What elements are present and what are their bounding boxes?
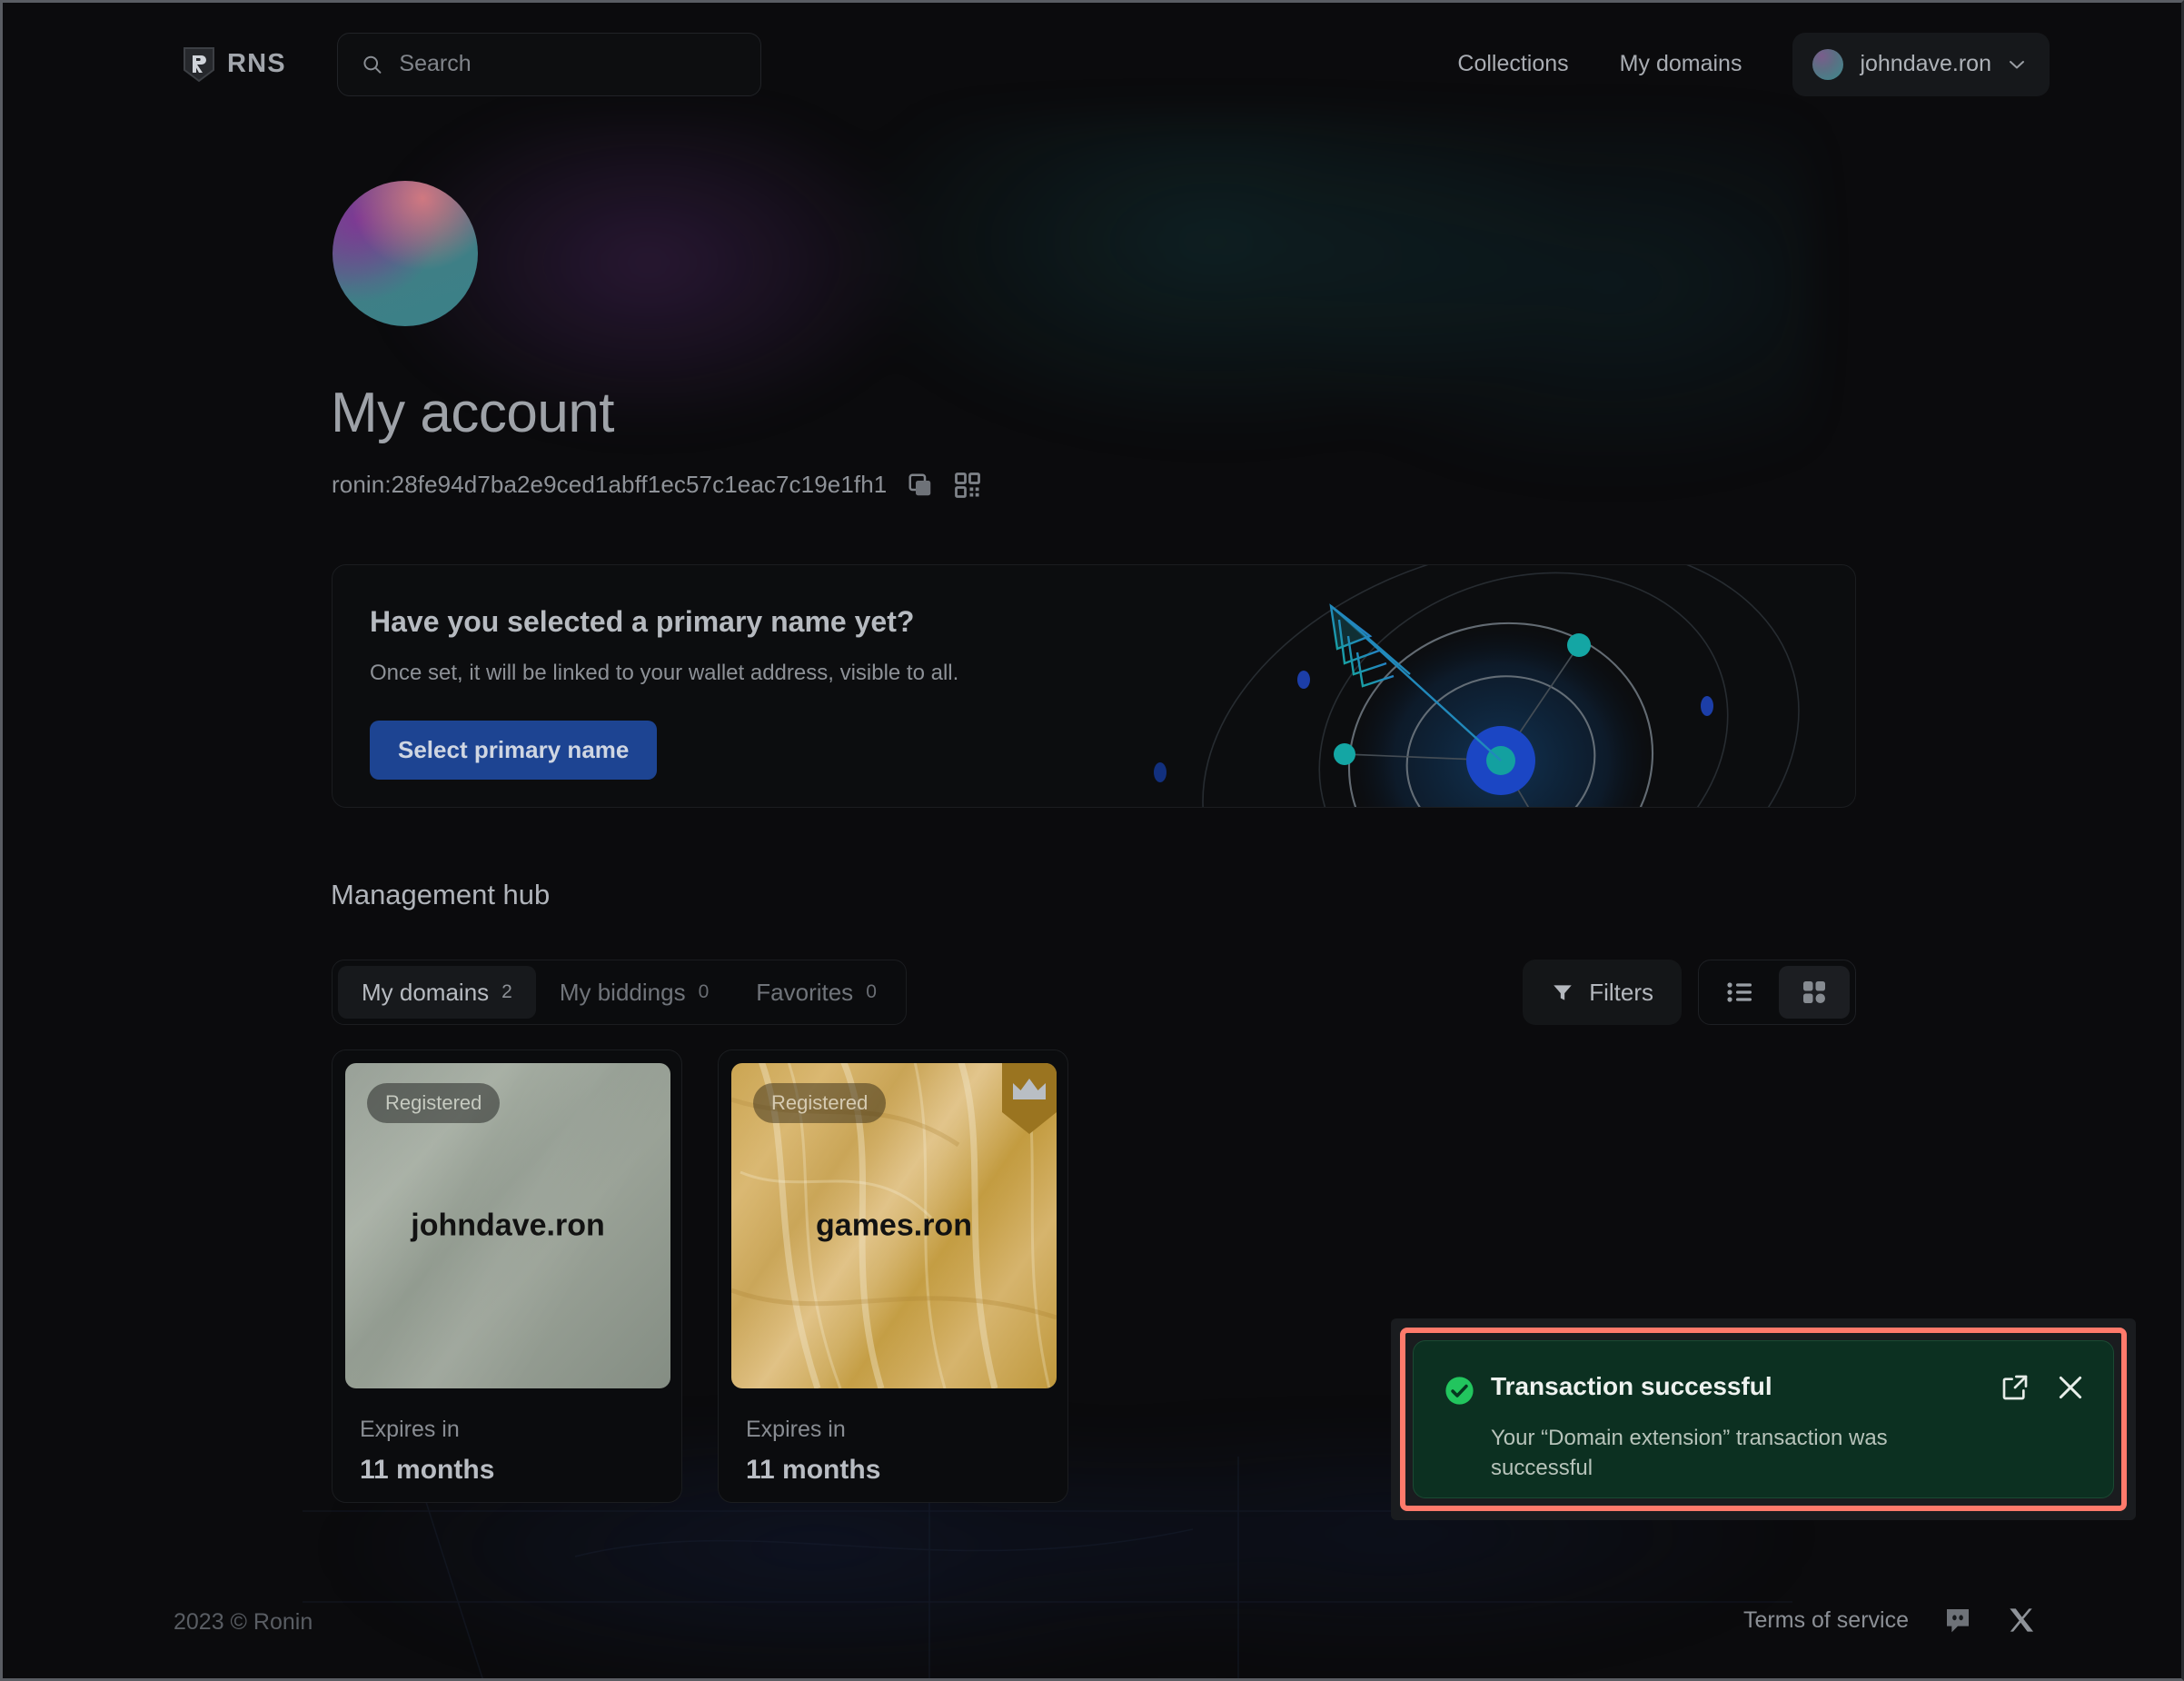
top-navigation-bar: RNS Collections My domains johndave.ron (3, 3, 2181, 125)
check-circle-icon (1445, 1377, 1474, 1405)
expires-label: Expires in (746, 1417, 846, 1442)
discord-icon[interactable] (1943, 1606, 1972, 1635)
list-view-button[interactable] (1704, 966, 1775, 1019)
select-primary-name-button[interactable]: Select primary name (370, 721, 658, 780)
domain-card-art: Registered games.ron (731, 1063, 1057, 1388)
rns-logo-text: RNS (227, 49, 286, 78)
filter-funnel-icon (1554, 985, 1572, 1000)
view-mode-toggle (1698, 960, 1856, 1025)
page-title: My account (331, 382, 615, 444)
terms-of-service-link[interactable]: Terms of service (1743, 1607, 1909, 1634)
close-icon[interactable] (2055, 1372, 2086, 1403)
account-avatar (333, 181, 478, 326)
rns-shield-logo-icon (184, 46, 214, 82)
domain-card-art: Registered johndave.ron (345, 1063, 670, 1388)
management-hub-tabs: My domains 2 My biddings 0 Favorites 0 (332, 960, 907, 1025)
tab-my-domains[interactable]: My domains 2 (338, 966, 536, 1019)
expires-value: 11 months (360, 1455, 495, 1485)
toast-header: Transaction successful (1444, 1374, 2082, 1406)
footer-links: Terms of service (1743, 1606, 2036, 1635)
tab-favorites[interactable]: Favorites 0 (732, 966, 900, 1019)
search-input[interactable] (399, 51, 737, 77)
account-avatar-small (1812, 48, 1844, 80)
tab-my-biddings[interactable]: My biddings 0 (536, 966, 732, 1019)
filters-button[interactable]: Filters (1523, 960, 1682, 1025)
footer-copyright: 2023 © Ronin (174, 1609, 313, 1635)
x-twitter-icon[interactable] (2007, 1606, 2036, 1635)
domain-card-meta: Expires in 11 months (345, 1417, 669, 1486)
domain-card-meta: Expires in 11 months (731, 1417, 1055, 1486)
app-window: RNS Collections My domains johndave.ron … (0, 0, 2184, 1681)
copy-icon[interactable] (907, 472, 934, 499)
chevron-down-icon (2010, 60, 2024, 68)
status-badge: Registered (753, 1083, 887, 1123)
domain-card[interactable]: Registered games.ron Expires in 11 month… (718, 1049, 1068, 1503)
primary-name-banner-text: Have you selected a primary name yet? On… (370, 605, 958, 780)
domain-card[interactable]: Registered johndave.ron Expires in 11 mo… (332, 1049, 682, 1503)
account-menu-button[interactable]: johndave.ron (1792, 32, 2050, 96)
primary-name-banner-subtitle: Once set, it will be linked to your wall… (370, 661, 959, 685)
domain-name: johndave.ron (411, 1208, 605, 1243)
qr-code-icon[interactable] (954, 472, 981, 499)
search-icon (363, 55, 382, 74)
grid-view-icon (1803, 981, 1825, 1003)
page-footer: 2023 © Ronin Terms of service (3, 1569, 2181, 1678)
hub-controls: Filters (1523, 960, 1856, 1025)
crown-badge-icon (1002, 1063, 1057, 1134)
primary-name-banner-title: Have you selected a primary name yet? (370, 605, 915, 638)
status-badge: Registered (367, 1083, 501, 1123)
filters-button-label: Filters (1589, 978, 1653, 1006)
header-nav-right: Collections My domains johndave.ron (1432, 32, 2050, 96)
tab-favorites-count: 0 (866, 981, 877, 1002)
domain-name: games.ron (816, 1208, 972, 1243)
expires-value: 11 months (746, 1455, 881, 1485)
target-arrow-illustration-icon (1154, 565, 1800, 807)
tab-my-biddings-count: 0 (698, 981, 710, 1002)
toast-actions (2000, 1372, 2086, 1403)
tab-my-domains-label: My domains (362, 978, 490, 1006)
tab-my-biddings-label: My biddings (559, 978, 686, 1006)
toast-title: Transaction successful (1491, 1372, 1772, 1400)
expires-label: Expires in (360, 1417, 460, 1442)
nav-link-my-domains[interactable]: My domains (1594, 51, 1768, 77)
rns-logo[interactable]: RNS (183, 46, 286, 83)
account-name-label: johndave.ron (1860, 51, 1991, 76)
nav-link-collections[interactable]: Collections (1432, 51, 1593, 77)
tab-favorites-label: Favorites (756, 978, 854, 1006)
list-view-icon (1727, 982, 1752, 1002)
toast-message: Your “Domain extension” transaction was … (1491, 1426, 1888, 1481)
search-box[interactable] (337, 32, 761, 96)
domain-card-list: Registered johndave.ron Expires in 11 mo… (332, 1049, 1068, 1503)
wallet-address: ronin:28fe94d7ba2e9ced1abff1ec57c1eac7c1… (332, 471, 888, 498)
grid-view-button[interactable] (1779, 966, 1850, 1019)
external-link-icon[interactable] (2000, 1373, 2030, 1402)
primary-name-banner: Have you selected a primary name yet? On… (332, 564, 1856, 808)
management-hub-title: Management hub (331, 879, 551, 910)
wallet-address-row: ronin:28fe94d7ba2e9ced1abff1ec57c1eac7c1… (332, 471, 981, 499)
tab-my-domains-count: 2 (501, 981, 512, 1002)
transaction-toast: Transaction successful Your “Domain exte… (1413, 1340, 2114, 1498)
